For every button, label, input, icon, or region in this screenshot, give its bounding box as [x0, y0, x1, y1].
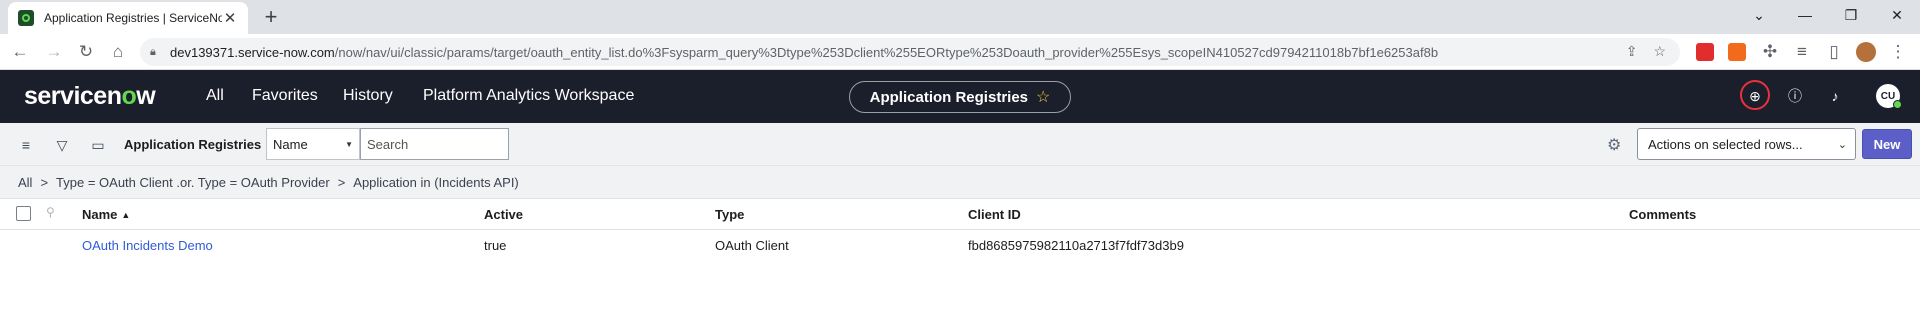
chrome-menu-icon[interactable]: ⋮: [1886, 40, 1910, 64]
breadcrumb-all[interactable]: All: [18, 175, 32, 190]
search-input[interactable]: [360, 128, 509, 160]
logo-text-end: w: [136, 82, 156, 110]
home-icon[interactable]: ⌂: [106, 40, 130, 64]
url-path: /now/nav/ui/classic/params/target/oauth_…: [334, 44, 1439, 60]
conversation-icon[interactable]: ▭: [88, 135, 108, 155]
globe-icon[interactable]: ⊕: [1744, 85, 1766, 107]
share-icon[interactable]: ⇪: [1626, 43, 1638, 60]
back-icon[interactable]: ←: [8, 40, 32, 64]
column-header-active[interactable]: Active: [484, 207, 523, 222]
close-tab-icon[interactable]: ✕: [222, 9, 238, 27]
extension-orange-icon[interactable]: [1728, 43, 1746, 61]
favorite-star-icon[interactable]: ☆: [1036, 87, 1050, 107]
forward-icon[interactable]: →: [42, 40, 66, 64]
browser-tab[interactable]: Application Registries | ServiceNo ✕: [8, 2, 248, 34]
sort-ascending-icon: ▲: [121, 210, 131, 220]
restore-button[interactable]: ❐: [1828, 0, 1874, 30]
servicenow-header: servicenow All Favorites History Platfor…: [0, 70, 1920, 123]
servicenow-favicon-icon: [18, 10, 34, 26]
profile-avatar-icon[interactable]: [1854, 40, 1878, 64]
context-title: Application Registries: [869, 88, 1029, 106]
actions-select[interactable]: Actions on selected rows... ⌄: [1637, 128, 1856, 160]
table-header: ⚲ Name ▲ Active Type Client ID Comments: [0, 199, 1920, 230]
tab-search-icon[interactable]: ⌄: [1736, 0, 1782, 30]
list-control-bar: ≡ ▽ ▭ Application Registries Name ▼ ⚙ Ac…: [0, 123, 1920, 166]
nav-favorites[interactable]: Favorites: [252, 87, 318, 105]
reading-list-icon[interactable]: ≡: [1790, 40, 1814, 64]
new-tab-button[interactable]: +: [258, 4, 284, 30]
select-all-checkbox[interactable]: [16, 206, 31, 221]
logo-text-start: servicen: [24, 82, 122, 110]
record-name-link[interactable]: OAuth Incidents Demo: [82, 238, 213, 253]
reload-icon[interactable]: ↻: [74, 40, 98, 64]
minimize-button[interactable]: —: [1782, 0, 1828, 30]
extensions-puzzle-icon[interactable]: ✣: [1758, 40, 1782, 64]
column-header-client-id[interactable]: Client ID: [968, 207, 1021, 222]
side-panel-icon[interactable]: ▯: [1822, 40, 1846, 64]
column-header-name[interactable]: Name ▲: [82, 207, 130, 222]
list-title: Application Registries: [124, 137, 262, 152]
column-header-comments[interactable]: Comments: [1629, 207, 1696, 222]
browser-toolbar: ← → ↻ ⌂ 🔒︎ dev139371.service-now.com/now…: [0, 34, 1920, 70]
search-field-value: Name: [273, 136, 308, 152]
browser-tab-strip: Application Registries | ServiceNo ✕ + ⌄…: [0, 0, 1920, 34]
filter-icon[interactable]: ▽: [52, 135, 72, 155]
extension-red-icon[interactable]: [1696, 43, 1714, 61]
cell-active: true: [484, 238, 507, 253]
list-settings-gear-icon[interactable]: ⚙: [1607, 135, 1621, 155]
column-search-icon[interactable]: ⚲: [46, 205, 55, 219]
search-field-select[interactable]: Name ▼: [266, 128, 360, 160]
url-text[interactable]: dev139371.service-now.com/now/nav/ui/cla…: [170, 45, 1438, 60]
breadcrumb-application-filter[interactable]: Application in (Incidents API): [353, 175, 518, 190]
nav-history[interactable]: History: [343, 87, 393, 105]
lock-icon[interactable]: 🔒︎: [150, 46, 162, 59]
servicenow-logo[interactable]: servicenow: [24, 82, 156, 111]
nav-platform-analytics-workspace[interactable]: Platform Analytics Workspace: [423, 87, 634, 105]
breadcrumb: All > Type = OAuth Client .or. Type = OA…: [0, 166, 1920, 199]
user-avatar[interactable]: CU: [1876, 84, 1902, 109]
breadcrumb-separator: >: [337, 174, 346, 190]
url-host: dev139371.service-now.com: [170, 44, 335, 60]
table-row: OAuth Incidents Demo true OAuth Client f…: [0, 230, 1920, 260]
logo-text-o: o: [121, 82, 137, 110]
list-menu-icon[interactable]: ≡: [16, 135, 36, 155]
column-header-type[interactable]: Type: [715, 207, 744, 222]
chevron-down-icon: ▼: [345, 140, 353, 149]
browser-tab-title: Application Registries | ServiceNo: [44, 11, 222, 25]
help-icon[interactable]: ⓘ: [1784, 85, 1806, 107]
breadcrumb-separator: >: [40, 174, 49, 190]
close-window-button[interactable]: ✕: [1874, 0, 1920, 30]
breadcrumb-type-filter[interactable]: Type = OAuth Client .or. Type = OAuth Pr…: [56, 175, 330, 190]
cell-type: OAuth Client: [715, 238, 789, 253]
address-bar[interactable]: 🔒︎ dev139371.service-now.com/now/nav/ui/…: [140, 38, 1680, 66]
cell-client-id: fbd8685975982110a2713f7fdf73d3b9: [968, 238, 1184, 253]
notification-bell-icon[interactable]: ♪: [1824, 85, 1846, 107]
actions-select-value: Actions on selected rows...: [1648, 136, 1803, 152]
nav-all[interactable]: All: [206, 87, 224, 105]
bookmark-star-icon[interactable]: ☆: [1653, 43, 1666, 60]
column-header-name-label: Name: [82, 207, 118, 222]
chevron-down-icon: ⌄: [1837, 139, 1847, 151]
context-title-pill[interactable]: Application Registries ☆: [849, 81, 1071, 113]
new-button[interactable]: New: [1862, 129, 1912, 159]
